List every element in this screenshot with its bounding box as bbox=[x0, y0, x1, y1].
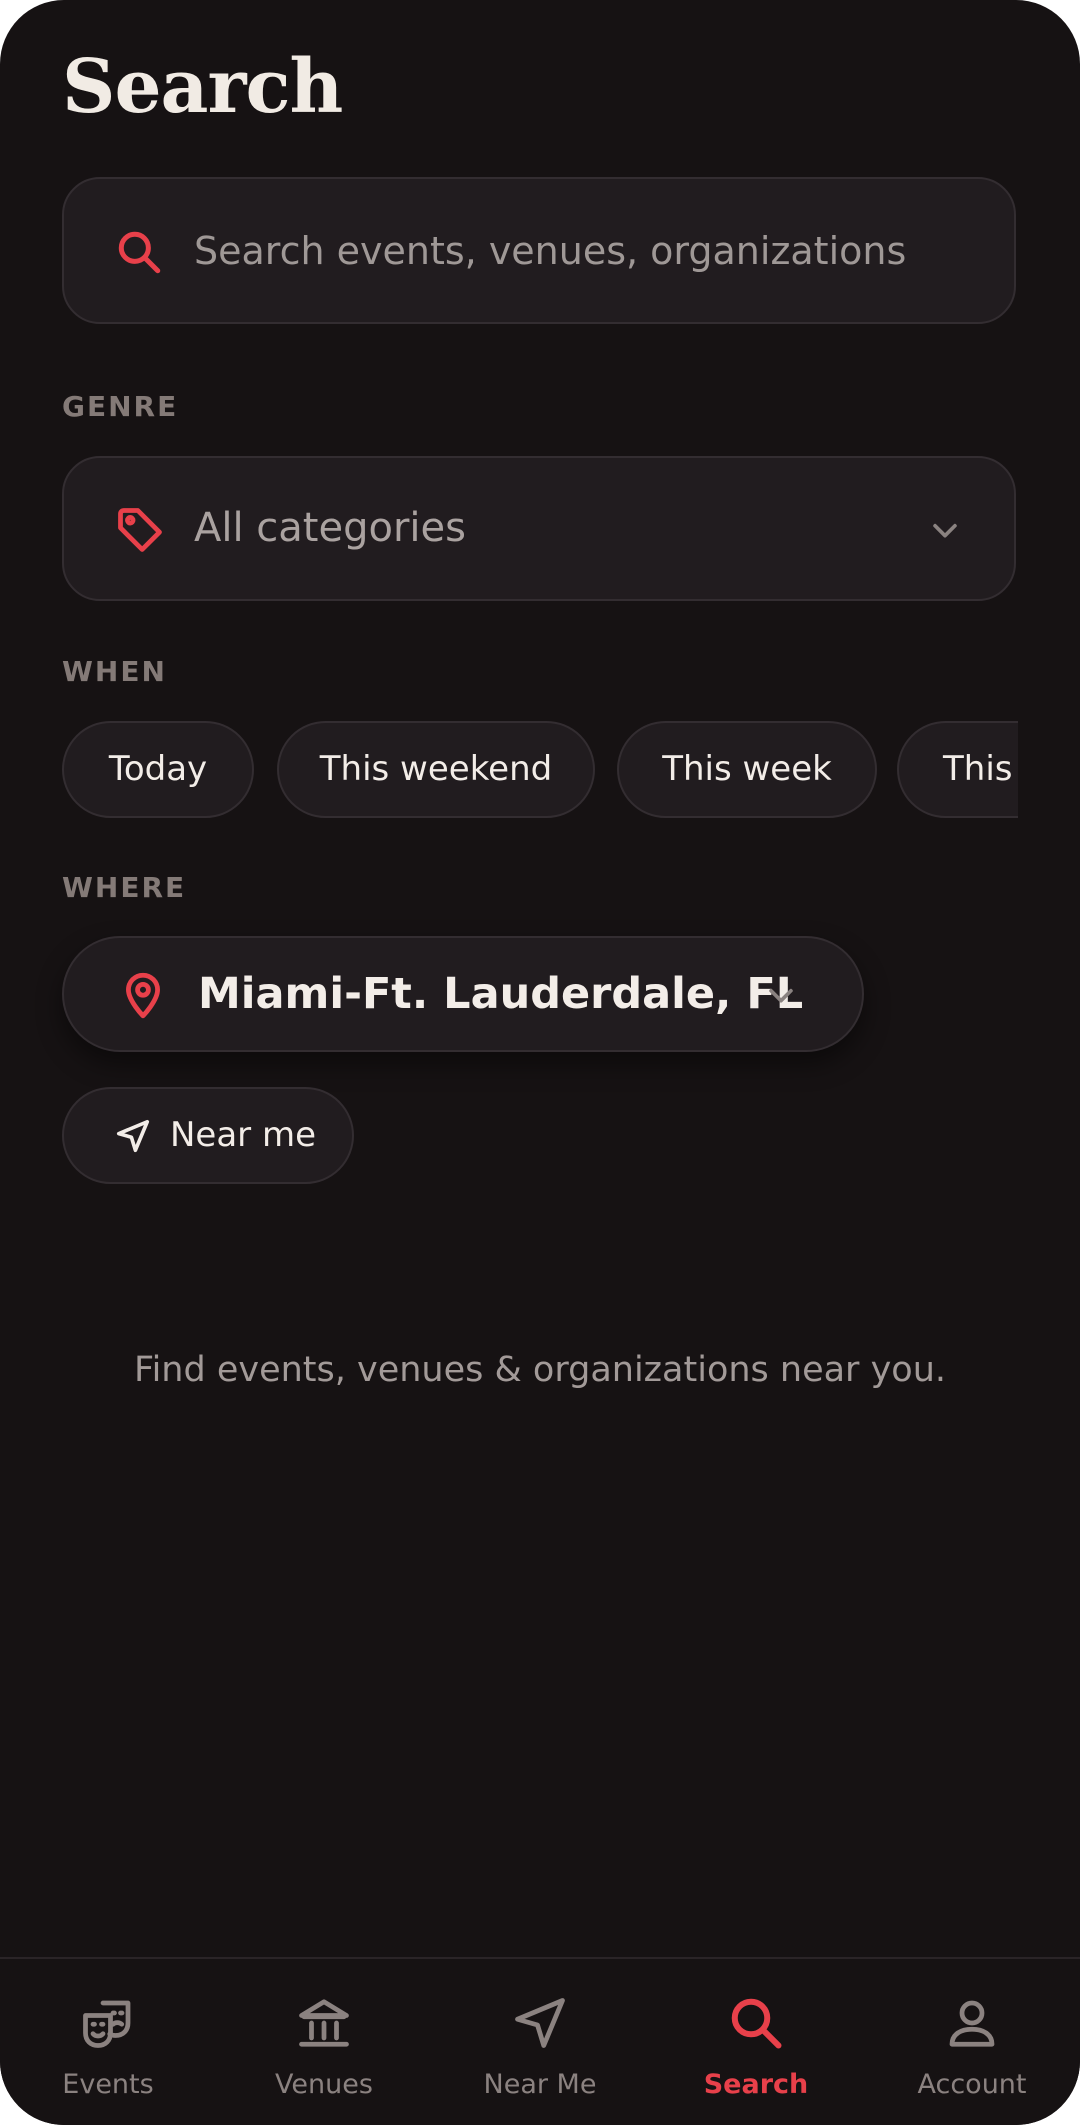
search-box[interactable] bbox=[62, 177, 1016, 324]
page-title: Search bbox=[62, 44, 343, 130]
where-section-label: WHERE bbox=[62, 871, 187, 904]
chip-today[interactable]: Today bbox=[62, 721, 254, 818]
empty-state-message: Find events, venues & organizations near… bbox=[133, 1350, 947, 1390]
search-input[interactable] bbox=[194, 179, 984, 322]
near-me-label: Near me bbox=[170, 1115, 317, 1155]
search-icon bbox=[731, 1998, 782, 2049]
chevron-down-icon bbox=[933, 523, 957, 538]
when-chips: Today This weekend This week This bbox=[62, 721, 1018, 819]
nav-label: Account bbox=[917, 2069, 1027, 2100]
chip-this-week[interactable]: This week bbox=[617, 721, 877, 818]
nav-label: Search bbox=[703, 2069, 809, 2100]
tag-icon bbox=[118, 508, 162, 552]
navigation-arrow-icon bbox=[515, 1998, 565, 2048]
genre-selected-value: All categories bbox=[194, 505, 466, 551]
bottom-nav: Events Venues Near Me Search Account bbox=[0, 1957, 1080, 2125]
chevron-down-icon bbox=[769, 988, 793, 1003]
chip-this-month[interactable]: This bbox=[897, 721, 1018, 818]
nav-label: Near Me bbox=[483, 2069, 597, 2100]
chip-this-weekend[interactable]: This weekend bbox=[277, 721, 595, 818]
nav-item-account[interactable]: Account bbox=[864, 1959, 1080, 2125]
nav-label: Venues bbox=[275, 2069, 373, 2100]
genre-section-label: GENRE bbox=[62, 390, 179, 423]
theater-masks-icon bbox=[83, 2000, 131, 2048]
nav-label: Events bbox=[62, 2069, 154, 2100]
location-selector[interactable]: Miami-Ft. Lauderdale, FL bbox=[62, 936, 864, 1052]
nav-item-near-me[interactable]: Near Me bbox=[432, 1959, 648, 2125]
app-screen: Search GENRE All categories WHEN Today T… bbox=[0, 0, 1080, 2125]
museum-icon bbox=[299, 1999, 349, 2047]
nav-item-events[interactable]: Events bbox=[0, 1959, 216, 2125]
genre-select[interactable]: All categories bbox=[62, 456, 1016, 601]
search-icon bbox=[118, 231, 161, 274]
nav-item-venues[interactable]: Venues bbox=[216, 1959, 432, 2125]
nav-item-search[interactable]: Search bbox=[648, 1959, 864, 2125]
when-section-label: WHEN bbox=[62, 655, 167, 688]
user-icon bbox=[949, 2000, 995, 2047]
map-pin-icon bbox=[126, 972, 160, 1019]
location-label: Miami-Ft. Lauderdale, FL bbox=[198, 969, 804, 1019]
near-me-button[interactable]: Near me bbox=[62, 1087, 354, 1184]
navigation-arrow-icon bbox=[116, 1119, 150, 1153]
